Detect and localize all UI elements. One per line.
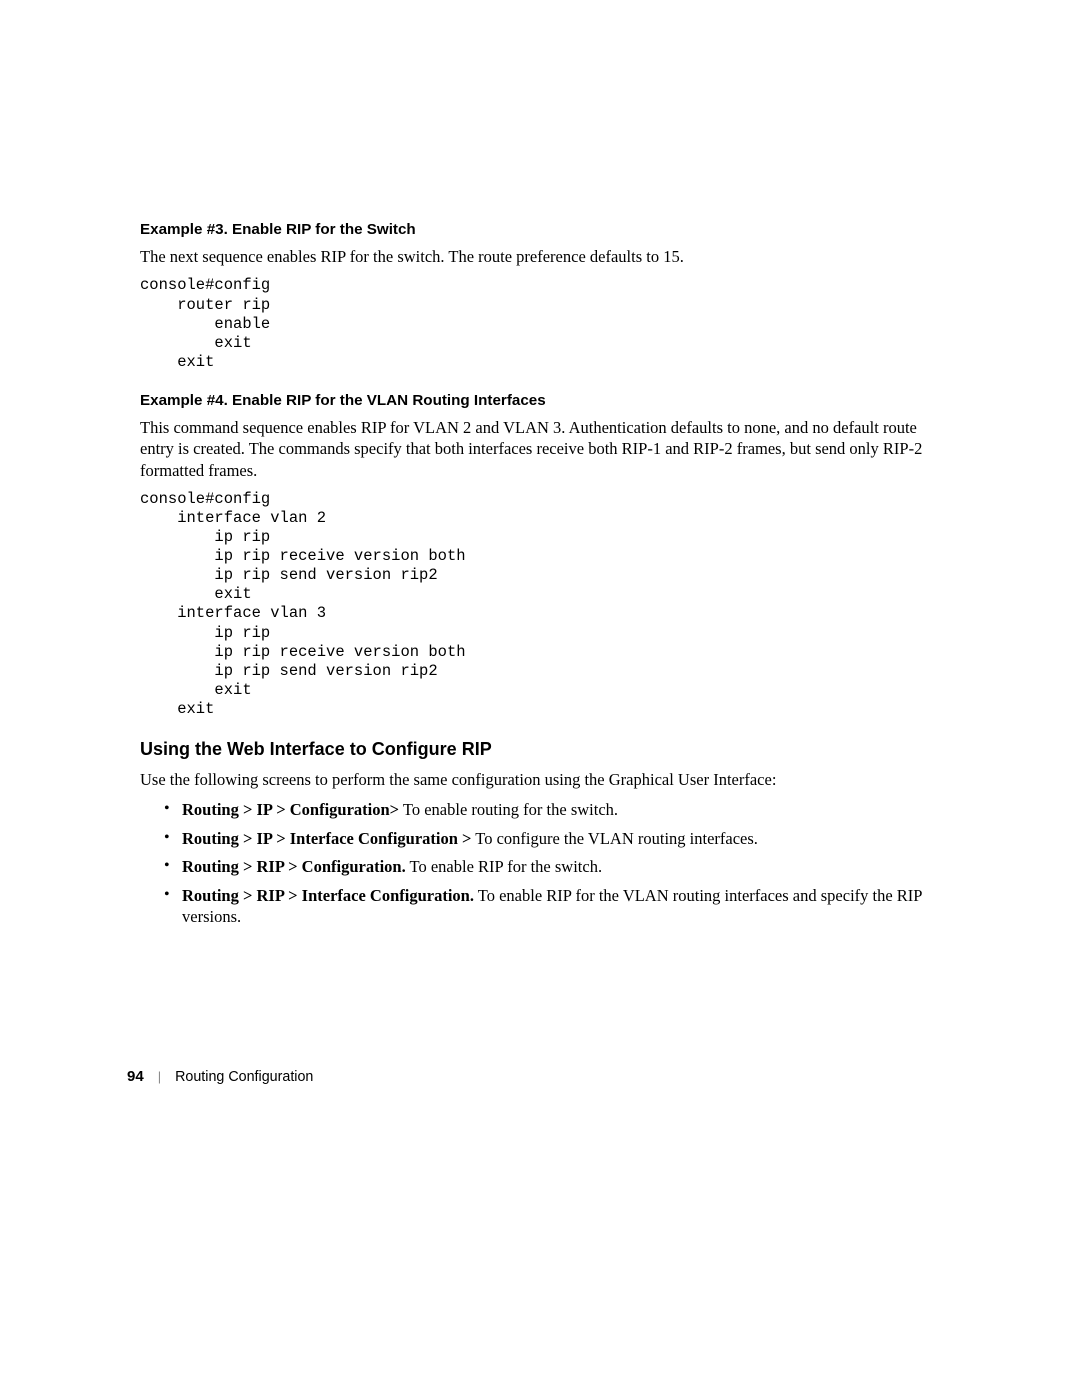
- example4-intro: This command sequence enables RIP for VL…: [140, 417, 940, 481]
- example3-intro: The next sequence enables RIP for the sw…: [140, 246, 940, 267]
- example3-heading: Example #3. Enable RIP for the Switch: [140, 221, 940, 238]
- bullet-item: Routing > RIP > Interface Configuration.…: [164, 885, 940, 928]
- page-content: Example #3. Enable RIP for the Switch Th…: [0, 0, 1080, 927]
- example4-heading: Example #4. Enable RIP for the VLAN Rout…: [140, 392, 940, 409]
- bullet-bold: Routing > IP > Configuration>: [182, 800, 399, 819]
- footer-title: Routing Configuration: [175, 1069, 313, 1085]
- bullet-item: Routing > RIP > Configuration. To enable…: [164, 856, 940, 877]
- example4-code: console#config interface vlan 2 ip rip i…: [140, 490, 940, 719]
- bullet-rest: To enable RIP for the switch.: [406, 857, 602, 876]
- bullet-item: Routing > IP > Configuration> To enable …: [164, 799, 940, 820]
- web-section-bullets: Routing > IP > Configuration> To enable …: [140, 799, 940, 927]
- page-footer: 94 | Routing Configuration: [127, 1068, 313, 1085]
- bullet-rest: To enable routing for the switch.: [399, 800, 618, 819]
- example3-code: console#config router rip enable exit ex…: [140, 276, 940, 371]
- web-section-heading: Using the Web Interface to Configure RIP: [140, 739, 940, 760]
- web-section-intro: Use the following screens to perform the…: [140, 769, 940, 790]
- bullet-item: Routing > IP > Interface Configuration >…: [164, 828, 940, 849]
- bullet-bold: Routing > RIP > Interface Configuration.: [182, 886, 474, 905]
- bullet-bold: Routing > RIP > Configuration.: [182, 857, 406, 876]
- footer-separator: |: [158, 1069, 161, 1084]
- page-number: 94: [127, 1068, 144, 1085]
- bullet-rest: To configure the VLAN routing interfaces…: [471, 829, 757, 848]
- bullet-bold: Routing > IP > Interface Configuration >: [182, 829, 471, 848]
